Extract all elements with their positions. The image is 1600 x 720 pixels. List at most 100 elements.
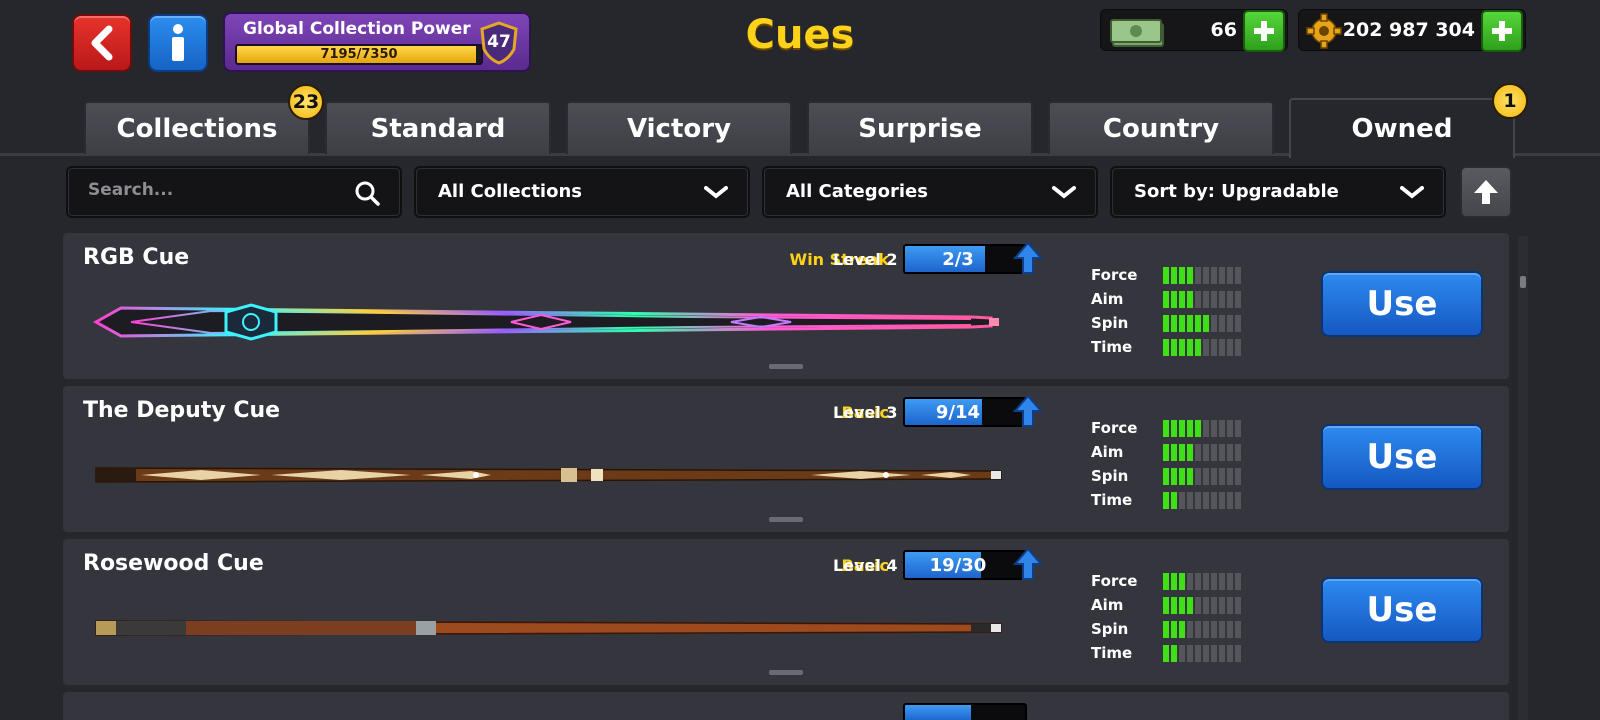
time-bars <box>1163 338 1241 356</box>
stat-segment <box>1211 314 1217 332</box>
stat-label: Aim <box>1091 290 1124 308</box>
card-expand-handle[interactable] <box>769 517 803 522</box>
tab-country[interactable]: Country <box>1048 101 1274 154</box>
arrow-up-icon <box>1474 180 1498 204</box>
stat-segment <box>1219 266 1225 284</box>
stat-label: Force <box>1091 572 1138 590</box>
stat-segment <box>1203 290 1209 308</box>
stat-segment <box>1235 314 1241 332</box>
sort-direction-button[interactable] <box>1460 166 1512 218</box>
global-collection-power[interactable]: Global Collection Power 7195/7350 47 <box>223 12 531 72</box>
tab-victory[interactable]: Victory <box>566 101 792 154</box>
stat-segment <box>1171 572 1177 590</box>
tab-standard[interactable]: Standard <box>325 101 551 154</box>
add-cash-button[interactable] <box>1243 10 1285 52</box>
stat-segment <box>1163 443 1169 461</box>
upgrade-arrow-icon[interactable] <box>1013 241 1043 275</box>
stat-segment <box>1203 314 1209 332</box>
search-box[interactable] <box>66 166 402 218</box>
stat-segment <box>1171 266 1177 284</box>
stat-label: Aim <box>1091 596 1124 614</box>
stat-segment <box>1195 467 1201 485</box>
rosewood-cue-image <box>95 620 1002 636</box>
stat-segment <box>1187 620 1193 638</box>
stat-segment <box>1195 572 1201 590</box>
upgrade-arrow-icon[interactable] <box>1013 547 1043 581</box>
cash-icon <box>1110 19 1164 47</box>
stat-segment <box>1179 596 1185 614</box>
stat-segment <box>1203 419 1209 437</box>
stat-segment <box>1219 572 1225 590</box>
upgrade-arrow-icon[interactable] <box>1013 394 1043 428</box>
cash-value: 66 <box>1210 19 1237 41</box>
coins-counter: 202 987 304 <box>1298 9 1526 52</box>
stat-segment <box>1163 314 1169 332</box>
use-cue-button[interactable]: Use <box>1321 424 1483 490</box>
stat-segment <box>1171 620 1177 638</box>
card-expand-handle[interactable] <box>769 670 803 675</box>
tab-label: Victory <box>626 113 732 144</box>
stat-segment <box>1187 596 1193 614</box>
stat-segment <box>1235 467 1241 485</box>
tab-owned[interactable]: Owned <box>1289 98 1515 158</box>
sort-dropdown[interactable]: Sort by: Upgradable <box>1110 166 1446 218</box>
stat-segment <box>1171 290 1177 308</box>
info-button[interactable] <box>148 14 208 72</box>
cue-card-rosewood[interactable]: Rosewood Cue Basic Level 4 19/30 Force A… <box>63 539 1509 685</box>
search-icon[interactable] <box>354 180 380 206</box>
use-cue-button[interactable]: Use <box>1321 271 1483 337</box>
stat-segment <box>1203 443 1209 461</box>
stat-segment <box>1195 491 1201 509</box>
stat-segment <box>1179 620 1185 638</box>
stat-segment <box>1203 266 1209 284</box>
stat-segment <box>1203 644 1209 662</box>
stat-segment <box>1219 419 1225 437</box>
stat-label: Spin <box>1091 620 1129 638</box>
cue-upgrade-progress: 2/3 <box>903 244 1027 274</box>
cash-counter: 66 <box>1100 9 1288 52</box>
stat-segment <box>1227 491 1233 509</box>
stat-label: Spin <box>1091 314 1129 332</box>
tab-label: Standard <box>370 113 506 144</box>
category-dropdown[interactable]: All Categories <box>762 166 1098 218</box>
stat-segment <box>1187 572 1193 590</box>
cue-card-rgb[interactable]: RGB Cue Win Streak Level 2 2/3 Force Aim… <box>63 233 1509 379</box>
stat-segment <box>1187 314 1193 332</box>
list-scrollbar[interactable] <box>1518 236 1528 720</box>
stat-segment <box>1171 338 1177 356</box>
add-coins-button[interactable] <box>1481 10 1523 52</box>
cue-upgrade-progress: 19/30 <box>903 550 1027 580</box>
stat-segment <box>1227 644 1233 662</box>
stat-segment <box>1219 290 1225 308</box>
cue-level: Level 3 <box>833 403 898 422</box>
tab-surprise[interactable]: Surprise <box>807 101 1033 154</box>
collection-dropdown[interactable]: All Collections <box>414 166 750 218</box>
stat-segment <box>1227 620 1233 638</box>
stat-segment <box>1211 419 1217 437</box>
cue-stats: Force Aim Spin Time <box>1091 569 1241 665</box>
stat-segment <box>1203 467 1209 485</box>
cue-name: The Deputy Cue <box>83 398 281 423</box>
stat-segment <box>1163 419 1169 437</box>
search-input[interactable] <box>88 180 328 200</box>
rgb-cue-image <box>92 303 999 341</box>
card-expand-handle[interactable] <box>769 364 803 369</box>
stat-segment <box>1219 314 1225 332</box>
stat-segment <box>1171 467 1177 485</box>
stat-segment <box>1227 419 1233 437</box>
stat-segment <box>1211 290 1217 308</box>
cue-stats: Force Aim Spin Time <box>1091 416 1241 512</box>
tab-collections[interactable]: Collections <box>84 101 310 154</box>
back-button[interactable] <box>72 14 132 72</box>
cue-card-deputy[interactable]: The Deputy Cue Basic Level 3 9/14 Force … <box>63 386 1509 532</box>
tab-label: Owned <box>1351 114 1453 144</box>
stat-segment <box>1187 338 1193 356</box>
page-title: Cues <box>745 12 855 58</box>
list-scrollbar-thumb[interactable] <box>1520 276 1526 288</box>
use-cue-button[interactable]: Use <box>1321 577 1483 643</box>
stat-segment <box>1227 467 1233 485</box>
stat-segment <box>1203 491 1209 509</box>
force-bars <box>1163 572 1241 590</box>
stat-segment <box>1187 266 1193 284</box>
cue-card-partial[interactable] <box>63 692 1509 720</box>
